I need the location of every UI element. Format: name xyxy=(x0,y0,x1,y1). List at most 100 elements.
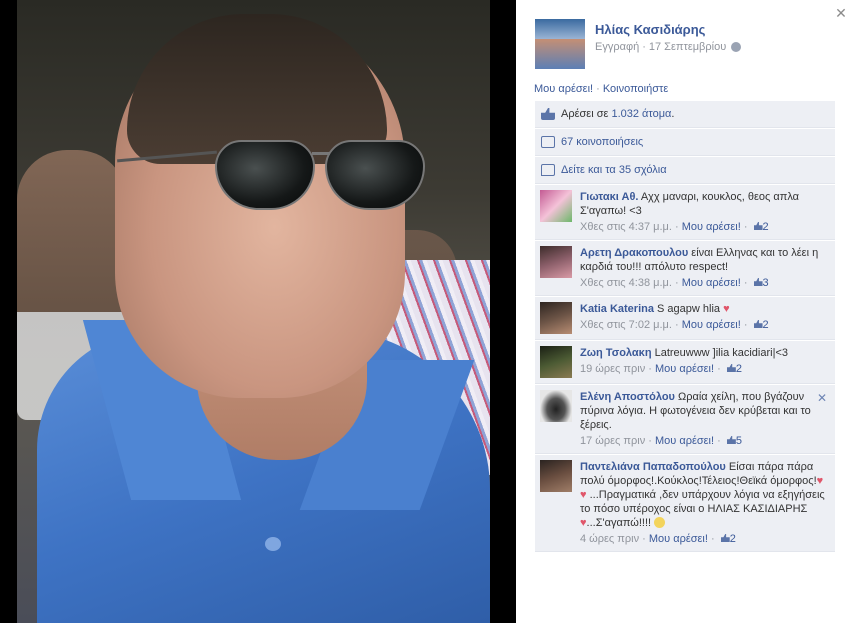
comment: Katia Katerina S agapw hlia ♥ Χθες στις … xyxy=(535,297,835,340)
thumbs-up-icon xyxy=(720,534,730,542)
likes-summary: Αρέσει σε 1.032 άτομα. xyxy=(535,101,835,128)
comment-like-button[interactable]: Μου αρέσει! xyxy=(655,435,714,447)
comment-meta: 17 ώρες πριν · Μου αρέσει! · 5 xyxy=(580,434,816,448)
comment-meta: 4 ώρες πριν · Μου αρέσει! · 2 xyxy=(580,532,830,546)
comment-meta: Χθες στις 7:02 μ.μ. · Μου αρέσει! · 2 xyxy=(580,318,830,332)
close-icon[interactable]: ✕ xyxy=(834,6,848,20)
shirt-button xyxy=(265,537,281,551)
comment-time[interactable]: 4 ώρες πριν xyxy=(580,533,639,545)
sunglasses-lens-right xyxy=(325,140,425,210)
comment: Αρετη Δρακοπουλου είναι Ελληνας και το λ… xyxy=(535,241,835,296)
comment-like-button[interactable]: Μου αρέσει! xyxy=(649,533,708,545)
comment-like-count[interactable]: 3 xyxy=(763,277,769,289)
view-all-comments-link[interactable]: Δείτε και τα 35 σχόλια xyxy=(561,164,667,176)
meta-separator: · xyxy=(671,319,682,331)
actions-separator: · xyxy=(593,83,603,95)
post-header: Ηλίας Κασιδιάρης Εγγραφή · 17 Σεπτεμβρίο… xyxy=(535,19,742,69)
meta-separator: · xyxy=(639,533,649,545)
smile-emoticon xyxy=(654,517,666,528)
comment-time[interactable]: 19 ώρες πριν xyxy=(580,363,645,375)
comment: Ελένη Αποστόλου Ωραία χείλη, που βγάζουν… xyxy=(535,385,835,454)
thumbs-up-icon xyxy=(753,222,763,230)
comment-text: ...Πραγματικά ,δεν υπάρχουν λόγια να εξη… xyxy=(580,489,825,515)
shares-summary: 67 κοινοποιήσεις xyxy=(535,129,835,156)
meta-separator: · xyxy=(642,41,646,53)
meta-separator: · xyxy=(740,277,751,289)
commenter-avatar[interactable] xyxy=(540,190,572,222)
comments-summary: Δείτε και τα 35 σχόλια xyxy=(535,157,835,184)
likes-suffix: . xyxy=(671,108,675,120)
commenter-avatar[interactable] xyxy=(540,302,572,334)
comment-like-button[interactable]: Μου αρέσει! xyxy=(655,363,714,375)
commenter-name[interactable]: Ζωη Τσολακη xyxy=(580,347,652,359)
meta-separator: · xyxy=(671,277,682,289)
meta-separator: · xyxy=(645,435,655,447)
photo-pane xyxy=(0,0,516,623)
feedback-panel: Αρέσει σε 1.032 άτομα. 67 κοινοποιήσεις … xyxy=(535,101,835,553)
comment-time[interactable]: Χθες στις 4:37 μ.μ. xyxy=(580,221,672,233)
thumbs-up-icon xyxy=(753,320,763,328)
comment-time[interactable]: Χθες στις 7:02 μ.μ. xyxy=(580,319,672,331)
comment: Ζωη Τσολακη Latreuwww ]ilia kacidiari|<3… xyxy=(535,341,835,384)
heart-emoticon: ♥ xyxy=(580,489,587,501)
post-date[interactable]: 17 Σεπτεμβρίου xyxy=(649,41,726,53)
heart-emoticon: ♥ xyxy=(723,303,730,315)
likes-prefix: Αρέσει σε xyxy=(561,108,612,120)
commenter-avatar[interactable] xyxy=(540,460,572,492)
post-actions: Μου αρέσει! · Κοινοποιήστε xyxy=(534,83,668,95)
comment-like-count[interactable]: 5 xyxy=(736,435,742,447)
globe-icon[interactable] xyxy=(731,42,742,52)
commenter-avatar[interactable] xyxy=(540,246,572,278)
post-photo[interactable] xyxy=(17,0,490,623)
comment-meta: Χθες στις 4:37 μ.μ. · Μου αρέσει! · 2 xyxy=(580,220,830,234)
post-sidebar: ✕ Ηλίας Κασιδιάρης Εγγραφή · 17 Σεπτεμβρ… xyxy=(516,0,856,623)
meta-separator: · xyxy=(645,363,655,375)
commenter-name[interactable]: Παντελιάνα Παπαδοπούλου xyxy=(580,461,726,473)
thumbs-up-icon xyxy=(726,436,736,444)
sunglasses-bridge xyxy=(312,152,330,155)
commenter-name[interactable]: Ελένη Αποστόλου xyxy=(580,391,675,403)
thumbs-up-icon xyxy=(726,364,736,372)
post-meta: Εγγραφή · 17 Σεπτεμβρίου xyxy=(595,41,742,53)
post-type: Εγγραφή xyxy=(595,41,640,53)
comment-time[interactable]: 17 ώρες πριν xyxy=(580,435,645,447)
comment-like-count[interactable]: 2 xyxy=(730,533,736,545)
meta-separator: · xyxy=(714,363,724,375)
comment-like-button[interactable]: Μου αρέσει! xyxy=(682,319,741,331)
comment-time[interactable]: Χθες στις 4:38 μ.μ. xyxy=(580,277,672,289)
comment-text: Latreuwww ]ilia kacidiari|<3 xyxy=(651,347,788,359)
comment-text: S agapw hlia xyxy=(653,303,721,315)
like-button[interactable]: Μου αρέσει! xyxy=(534,83,593,95)
thumbs-up-icon xyxy=(753,278,763,286)
remove-comment-icon[interactable]: ✕ xyxy=(817,391,827,405)
meta-separator: · xyxy=(671,221,682,233)
meta-separator: · xyxy=(714,435,724,447)
likes-count-link[interactable]: 1.032 άτομα xyxy=(611,108,671,120)
commenter-avatar[interactable] xyxy=(540,390,572,422)
comment-meta: Χθες στις 4:38 μ.μ. · Μου αρέσει! · 3 xyxy=(580,276,830,290)
heart-emoticon: ♥ xyxy=(816,475,824,487)
commenter-avatar[interactable] xyxy=(540,346,572,378)
share-button[interactable]: Κοινοποιήστε xyxy=(603,83,668,95)
meta-separator: · xyxy=(740,319,751,331)
comment-like-count[interactable]: 2 xyxy=(736,363,742,375)
comment-icon xyxy=(541,164,555,176)
commenter-name[interactable]: Katia Katerina xyxy=(580,303,654,315)
shares-count-link[interactable]: 67 κοινοποιήσεις xyxy=(561,136,643,148)
commenter-name[interactable]: Γιωτακι Αθ. xyxy=(580,191,638,203)
commenter-name[interactable]: Αρετη Δρακοπουλου xyxy=(580,247,688,259)
comment-like-button[interactable]: Μου αρέσει! xyxy=(682,221,741,233)
comment: Γιωτακι Αθ. Αχχ μαναρι, κουκλος, θεος απ… xyxy=(535,185,835,240)
meta-separator: · xyxy=(707,533,718,545)
comment-like-count[interactable]: 2 xyxy=(763,221,769,233)
comment-text: ...Σ'αγαπώ!!!! xyxy=(586,517,652,529)
like-icon xyxy=(541,108,555,120)
share-icon xyxy=(541,136,555,148)
owner-name[interactable]: Ηλίας Κασιδιάρης xyxy=(595,22,741,37)
owner-avatar[interactable] xyxy=(535,19,585,69)
comment-like-count[interactable]: 2 xyxy=(763,319,769,331)
comment: Παντελιάνα Παπαδοπούλου Είσαι πάρα πάρα … xyxy=(535,455,835,552)
comment-meta: 19 ώρες πριν · Μου αρέσει! · 2 xyxy=(580,362,830,376)
comment-like-button[interactable]: Μου αρέσει! xyxy=(682,277,741,289)
meta-separator: · xyxy=(740,221,751,233)
